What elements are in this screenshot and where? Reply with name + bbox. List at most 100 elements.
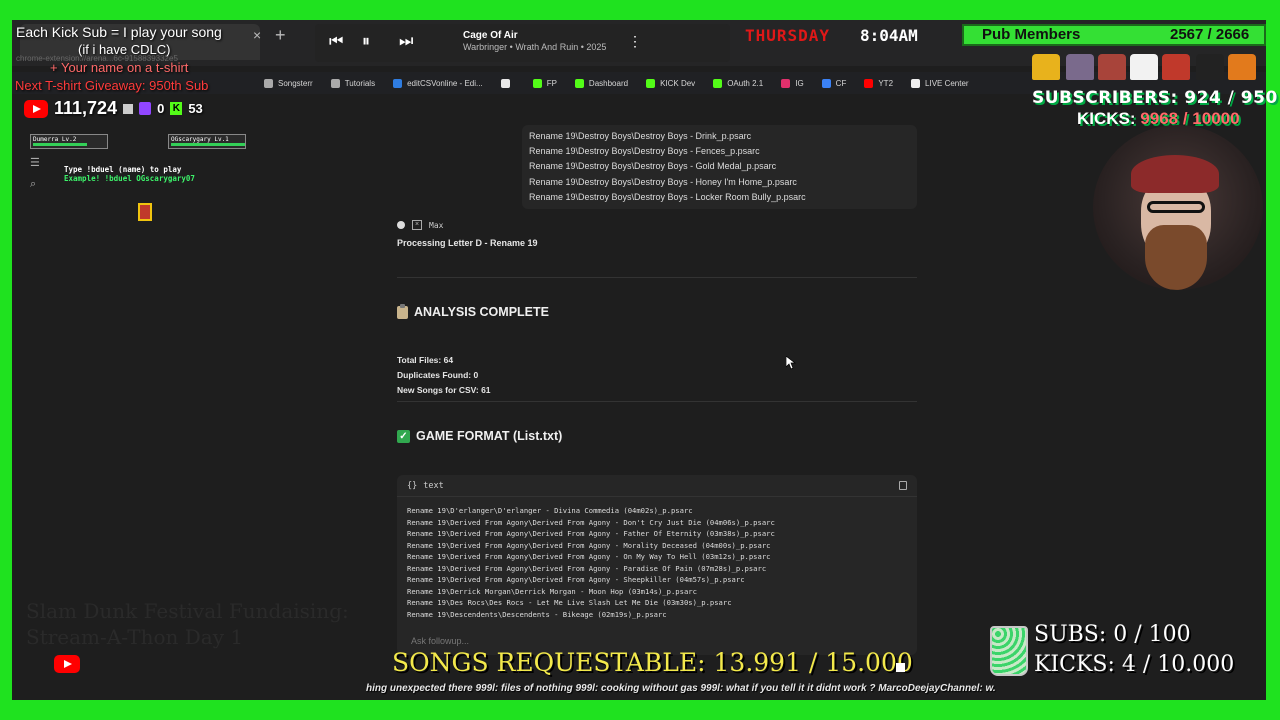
kick-count: 53 (188, 101, 203, 116)
youtube-count: 111,724 (54, 98, 118, 118)
kick-sub-line1: Each Kick Sub = I play your song (16, 24, 222, 40)
bookmark-label: Songsterr (278, 78, 313, 88)
duel-player1-hp (33, 143, 87, 146)
bookmark-item[interactable]: FP (532, 78, 557, 88)
fundraising-line1: Slam Dunk Festival Fundaising: (26, 599, 349, 623)
new-tab-icon[interactable]: + (275, 25, 286, 46)
tshirt-icon (1032, 54, 1060, 80)
weekday: THURSDAY (745, 26, 831, 45)
code-lines: Rename 19\D'erlanger\D'erlanger - Divina… (397, 497, 917, 628)
braces-icon: {} (407, 480, 418, 491)
kick-sub-line4: Next T-shirt Giveaway: 950th Sub (15, 78, 209, 93)
bookmark-item[interactable]: YT2 (864, 78, 894, 88)
tshirt-icon (1196, 54, 1224, 80)
divider (397, 277, 917, 278)
copy-icon[interactable] (899, 481, 907, 490)
bookmark-item[interactable]: CF (821, 78, 847, 88)
kicks-goal: KICKS: 9968 / 10000 (1077, 109, 1240, 129)
list-icon[interactable]: ☰ (30, 156, 40, 169)
bookmark-label: Tutorials (344, 78, 376, 88)
social-counts: 111,724 0 K 53 (24, 98, 203, 119)
kicks-label: KICKS: (1077, 109, 1136, 128)
bookmark-item[interactable]: Tutorials (330, 78, 376, 88)
bookmark-label: OAuth 2.1 (727, 78, 764, 88)
bookmark-item[interactable]: Songsterr (264, 78, 313, 88)
tshirt-icon (1130, 54, 1158, 80)
subs-goal-bottom: SUBS: 0 / 100 (1034, 622, 1191, 647)
youtube-icon (24, 99, 48, 118)
chrome-icon (500, 78, 510, 88)
previous-track-icon[interactable]: ⏮ (329, 33, 343, 51)
file-list-item: Rename 19\Destroy Boys\Destroy Boys - Ho… (529, 176, 797, 187)
pub-members-label: Pub Members (982, 26, 1081, 43)
mouse-cursor-icon (786, 356, 796, 370)
bookmark-item[interactable]: Dashboard (574, 78, 629, 88)
cf-icon (821, 78, 831, 88)
bookmark-label: editCSVonline - Edi... (407, 78, 483, 88)
game-format-heading: ✓ GAME FORMAT (List.txt) (397, 429, 562, 443)
analysis-heading: ANALYSIS COMPLETE (397, 303, 549, 319)
bookmark-label: CF (835, 78, 847, 88)
duel-example: Example! !bduel OGscarygary07 (64, 174, 195, 183)
code-line: Rename 19\Derived From Agony\Derived Fro… (407, 517, 775, 527)
more-options-icon[interactable]: ⋮ (628, 33, 642, 50)
chat-content: Rename 19\Destroy Boys\Destroy Boys - Dr… (12, 120, 1266, 660)
glasses (1147, 201, 1205, 213)
subscribers-goal: SUBSCRIBERS: 924 / 950 (1032, 88, 1278, 108)
close-tab-icon[interactable]: × (253, 27, 261, 43)
duel-player2: OGscarygary Lv.1 (171, 136, 229, 143)
instagram-icon (781, 78, 791, 88)
jar-icon (990, 626, 1028, 676)
code-line: Rename 19\Des Rocs\Des Rocs - Let Me Liv… (407, 598, 732, 607)
duel-player2-hp (171, 143, 245, 146)
bookmark-item[interactable]: OAuth 2.1 (713, 78, 764, 88)
bookmark-item[interactable]: KICK Dev (646, 78, 696, 88)
user-name: Max (429, 220, 444, 230)
code-line: Rename 19\Derived From Agony\Derived Fro… (407, 529, 775, 538)
bookmark-item[interactable] (500, 78, 515, 88)
subscribers-label: SUBSCRIBERS: (1032, 88, 1178, 108)
clock: 8:04AM (860, 26, 918, 45)
code-block: {} text Rename 19\D'erlanger\D'erlanger … (397, 475, 917, 655)
file-list-item: Rename 19\Destroy Boys\Destroy Boys - Go… (529, 161, 777, 172)
search-icon[interactable]: ⌕ (30, 178, 36, 191)
duel-player1: Dumerra Lv.2 (33, 136, 77, 143)
kick-icon (713, 78, 723, 88)
webcam (1093, 125, 1263, 290)
file-list-item: Rename 19\Destroy Boys\Destroy Boys - Dr… (529, 131, 752, 141)
duel-player1-bar: Dumerra Lv.2 (30, 134, 108, 149)
duplicates-found: Duplicates Found: 0 (397, 370, 479, 380)
csv-icon (393, 78, 403, 88)
next-track-icon[interactable]: ⏭ (399, 33, 413, 51)
code-lang: text (423, 480, 444, 491)
bookmark-item[interactable]: editCSVonline - Edi... (393, 78, 483, 88)
code-line: Rename 19\D'erlanger\D'erlanger - Divina… (407, 506, 693, 515)
bookmark-label: LIVE Center (925, 78, 969, 88)
file-list-item: Rename 19\Destroy Boys\Destroy Boys - Fe… (529, 146, 760, 157)
bookmark-label: IG (795, 78, 804, 88)
tiktok-icon (911, 78, 921, 88)
bookmark-item[interactable]: IG (781, 78, 804, 88)
code-header: {} text (397, 475, 917, 497)
analysis-stats: Total Files: 64 Duplicates Found: 0 New … (397, 353, 491, 398)
bookmark-label: KICK Dev (660, 78, 696, 88)
kick-icon (532, 78, 542, 88)
processing-line: Processing Letter D - Rename 19 (397, 238, 538, 248)
bookmark-item[interactable]: LIVE Center (911, 78, 969, 88)
divider (397, 401, 917, 402)
bookmark-label: YT2 (878, 78, 894, 88)
songs-requestable: SONGS REQUESTABLE: 13.991 / 15.000 (392, 648, 913, 677)
stop-icon (896, 663, 905, 672)
twitch-count: 0 (157, 101, 165, 116)
file-list-item: Rename 19\Destroy Boys\Destroy Boys - Lo… (529, 191, 806, 202)
bookmark-label: Dashboard (588, 78, 629, 88)
beard (1145, 225, 1207, 290)
tshirt-icon (1098, 54, 1126, 80)
youtube-icon (54, 655, 80, 673)
duel-player2-bar: OGscarygary Lv.1 (168, 134, 246, 149)
sidebar: ☰ ⌕ (12, 120, 52, 660)
youtube-icon (864, 78, 874, 88)
pause-icon[interactable]: ⏸ (362, 33, 370, 51)
checkmark-icon: ✓ (397, 429, 410, 443)
code-line: Rename 19\Derrick Morgan\Derrick Morgan … (407, 586, 697, 596)
